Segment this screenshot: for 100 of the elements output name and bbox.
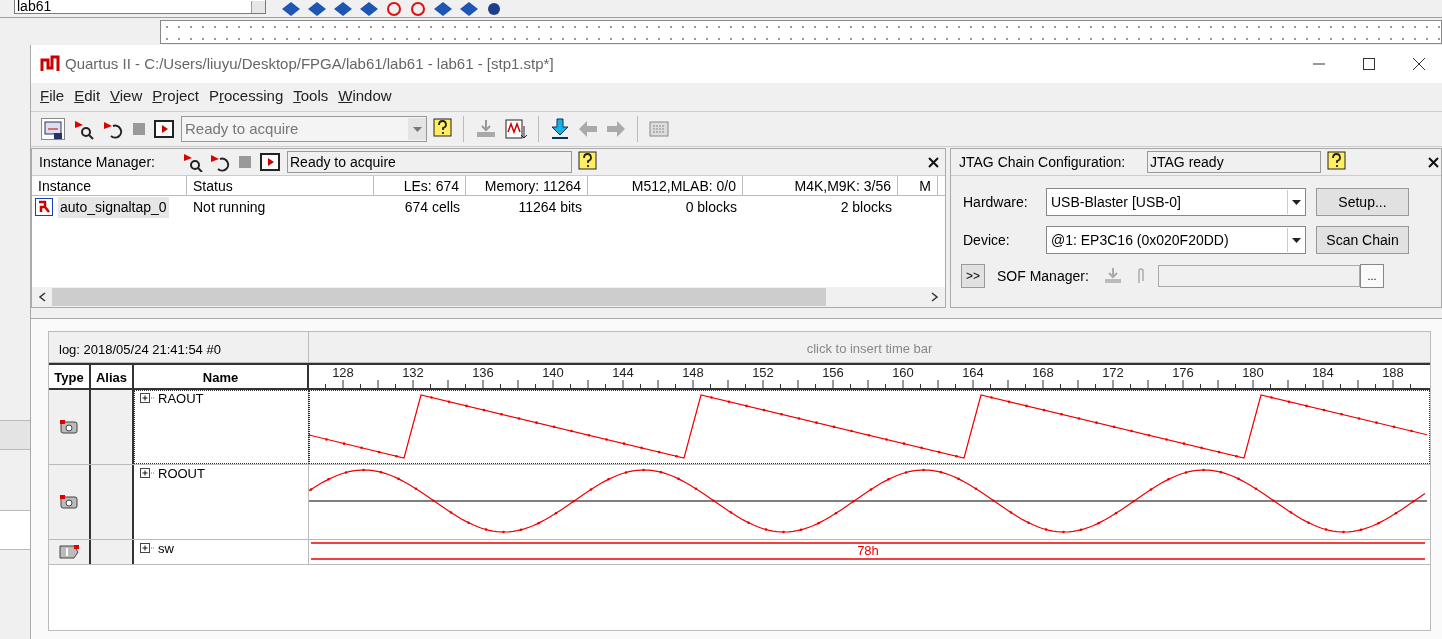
field-label: Hardware: — [963, 192, 1029, 212]
hardware-dropdown[interactable]: USB-Blaster [USB-0] — [1046, 188, 1306, 216]
column-header[interactable]: Status — [187, 176, 374, 195]
tick-label: 160 — [892, 365, 914, 380]
diamond-icon[interactable] — [434, 1, 452, 16]
browse-button[interactable]: ... — [1360, 264, 1384, 288]
tick-label: 176 — [1172, 365, 1194, 380]
output-pin-icon — [58, 418, 80, 436]
table-cell-text: 11264 bits — [517, 197, 583, 217]
column-header[interactable]: Type — [49, 365, 91, 388]
scan-chain-button[interactable]: Scan Chain — [1316, 226, 1409, 254]
setup-button[interactable]: Setup... — [1316, 188, 1409, 216]
scrollbar-thumb[interactable] — [52, 288, 826, 306]
info-icon[interactable] — [486, 1, 502, 16]
tick-label: 148 — [682, 365, 704, 380]
menu-item[interactable]: Window — [333, 85, 397, 108]
diamond-icon[interactable] — [360, 1, 378, 16]
waveform-file-icon[interactable] — [504, 118, 528, 140]
diamond-icon[interactable] — [282, 1, 300, 16]
sof-field[interactable] — [1158, 265, 1360, 287]
menu-item[interactable]: File — [35, 85, 70, 108]
menu-item[interactable]: Project — [147, 85, 204, 108]
instance-name[interactable]: auto_signaltap_0 — [58, 196, 169, 218]
diamond-icon[interactable] — [460, 1, 478, 16]
expand-button[interactable]: >> — [961, 264, 985, 288]
field-label: SOF Manager: — [997, 266, 1090, 286]
help-icon[interactable] — [1327, 151, 1347, 173]
field-label: Device: — [963, 230, 1011, 250]
status-combo[interactable]: Ready to acquire — [181, 116, 427, 142]
menu-item[interactable]: Tools — [288, 85, 334, 108]
scroll-right-icon[interactable] — [931, 292, 939, 302]
close-icon[interactable] — [1428, 156, 1439, 168]
stop-circle-icon[interactable] — [386, 1, 402, 16]
column-header[interactable]: LEs: 674 — [374, 176, 466, 195]
tick-label: 168 — [1032, 365, 1054, 380]
panel-title: JTAG Chain Configuration: — [959, 152, 1127, 172]
signal-row[interactable]: RAOUT — [134, 390, 309, 464]
menu-item[interactable]: View — [105, 85, 148, 108]
window-title: Quartus II - C:/Users/liuyu/Desktop/FPGA/lab61/lab61 - lab61 - [stp1.stp*] — [65, 53, 554, 74]
column-header[interactable]: M — [898, 176, 938, 195]
caret-icon — [412, 126, 422, 132]
column-header[interactable]: Name — [134, 365, 309, 388]
close-icon[interactable] — [928, 156, 939, 168]
tick-label: 132 — [402, 365, 424, 380]
column-header[interactable]: Alias — [91, 365, 134, 388]
project-combo[interactable]: lab61 — [14, 0, 266, 14]
monitor-icon[interactable] — [41, 118, 65, 140]
caret-icon — [1292, 199, 1301, 205]
signal-name[interactable]: RAOUT — [158, 393, 204, 405]
tick-label: 136 — [472, 365, 494, 380]
table-cell-text: 674 cells — [403, 197, 461, 217]
table-cell-text: Not running — [192, 197, 267, 217]
panel-title: Instance Manager: — [39, 152, 156, 172]
expand-icon[interactable] — [140, 543, 154, 554]
signal-row[interactable]: sw — [134, 540, 309, 564]
time-ruler[interactable]: 128 132 136 140 144 148 152 156 160 164 168 172 176 180 184 188 — [309, 365, 1427, 388]
menu-item[interactable]: Processing — [204, 85, 289, 108]
input-pin-icon — [58, 543, 80, 561]
paperclip-icon[interactable] — [1136, 266, 1146, 286]
bus-value: 78h — [857, 543, 879, 558]
flag-magnifier-icon[interactable] — [181, 152, 203, 172]
device-dropdown[interactable]: @1: EP3C16 (0x020F20DD) — [1046, 226, 1306, 254]
close-icon[interactable] — [1412, 57, 1426, 71]
tick-label: 140 — [542, 365, 564, 380]
diamond-icon[interactable] — [308, 1, 326, 16]
stop-circle-icon[interactable] — [410, 1, 426, 16]
tick-label: 164 — [962, 365, 984, 380]
scroll-left-icon[interactable] — [38, 292, 46, 302]
column-header[interactable]: Instance — [32, 176, 187, 195]
tick-label: 188 — [1382, 365, 1404, 380]
caret-icon — [1292, 237, 1301, 243]
app-logo-icon — [40, 55, 60, 73]
book-icon[interactable] — [259, 152, 281, 172]
tick-label: 144 — [612, 365, 634, 380]
expand-icon[interactable] — [140, 468, 154, 479]
column-header[interactable]: M512,MLAB: 0/0 — [588, 176, 743, 195]
maximize-icon[interactable] — [1362, 57, 1376, 71]
status-field: Ready to acquire — [287, 151, 572, 173]
column-header[interactable]: M4K,M9K: 3/56 — [743, 176, 898, 195]
tick-label: 184 — [1312, 365, 1334, 380]
table-cell-text: 0 blocks — [684, 197, 738, 217]
help-icon[interactable] — [433, 118, 453, 140]
flag-loop-icon[interactable] — [209, 152, 231, 172]
diamond-icon[interactable] — [334, 1, 352, 16]
log-label: log: 2018/05/24 21:41:54 #0 — [49, 332, 309, 362]
output-pin-icon — [58, 493, 80, 511]
help-icon[interactable] — [578, 151, 598, 173]
table-cell-text: 2 blocks — [839, 197, 893, 217]
instance-icon — [35, 198, 53, 216]
tick-label: 152 — [752, 365, 774, 380]
signal-row[interactable]: ROOUT — [134, 465, 309, 539]
arrow-down-icon[interactable] — [549, 118, 571, 140]
expand-icon[interactable] — [140, 393, 154, 404]
menu-item[interactable]: Edit — [69, 85, 106, 108]
column-header[interactable]: Memory: 11264 — [466, 176, 588, 195]
signal-name[interactable]: sw — [158, 543, 174, 555]
tick-label: 180 — [1242, 365, 1264, 380]
signal-name[interactable]: ROOUT — [158, 468, 205, 480]
tick-label: 172 — [1102, 365, 1124, 380]
book-icon[interactable] — [153, 119, 175, 139]
